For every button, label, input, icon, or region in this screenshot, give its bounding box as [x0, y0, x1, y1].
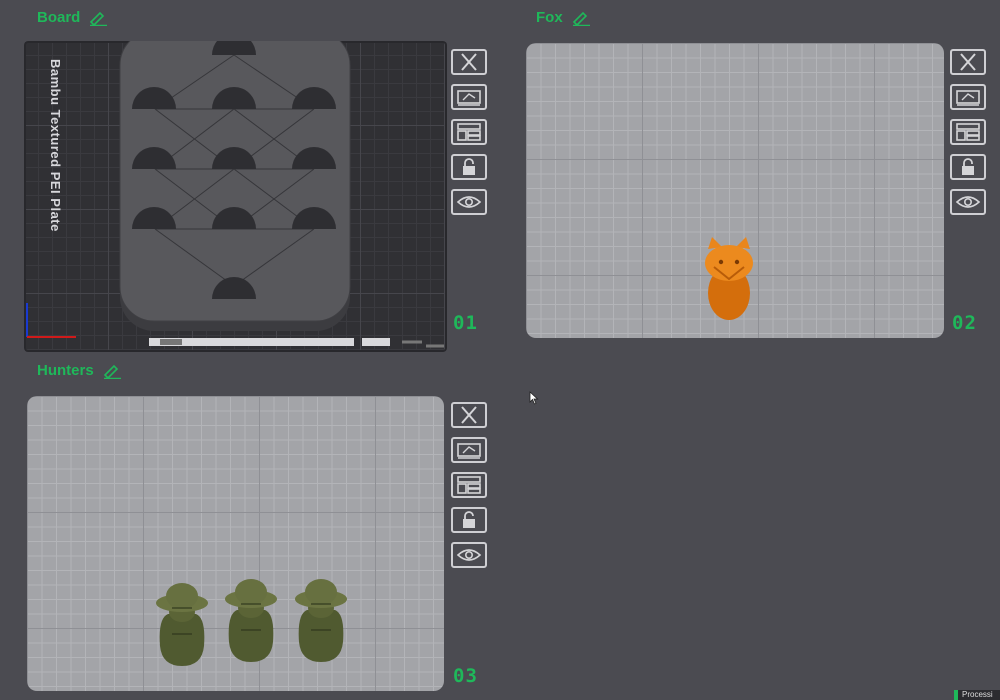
auto-orient-icon [457, 90, 481, 106]
close-icon [461, 53, 477, 71]
board-model [119, 41, 351, 331]
arrange-button[interactable] [950, 119, 986, 145]
plate-3-toolbar [451, 402, 487, 568]
edit-pencil-icon[interactable] [88, 10, 108, 26]
arrange-icon [457, 476, 481, 494]
plate-2-name: Fox [536, 9, 563, 26]
arrange-icon [457, 123, 481, 141]
close-icon [461, 406, 477, 424]
preview-eye-icon [955, 196, 981, 208]
plate-2-title[interactable]: Fox [536, 9, 591, 26]
delete-plate-button[interactable] [451, 49, 487, 75]
auto-orient-button[interactable] [451, 84, 487, 110]
processing-status: Processi [954, 690, 1000, 700]
auto-orient-button[interactable] [950, 84, 986, 110]
arrange-icon [956, 123, 980, 141]
plate-1-title[interactable]: Board [37, 9, 108, 26]
edit-pencil-icon[interactable] [102, 363, 122, 379]
auto-orient-icon [956, 90, 980, 106]
mouse-cursor-icon [529, 391, 539, 405]
auto-orient-button[interactable] [451, 437, 487, 463]
lock-icon [463, 158, 475, 175]
auto-orient-icon [457, 443, 481, 459]
lock-plate-button[interactable] [950, 154, 986, 180]
close-icon [960, 53, 976, 71]
bed-strip-end [362, 338, 390, 346]
delete-plate-button[interactable] [451, 402, 487, 428]
hunter-model-1 [155, 582, 209, 667]
preview-plate-button[interactable] [451, 189, 487, 215]
hunter-model-2 [224, 578, 278, 663]
plate-3-number: 03 [453, 665, 478, 687]
fox-model [705, 237, 753, 320]
plate-1-viewport[interactable]: Bambu Textured PEI Plate [24, 41, 447, 352]
edit-pencil-icon[interactable] [571, 10, 591, 26]
preview-plate-button[interactable] [451, 542, 487, 568]
bed-strip-marker [160, 339, 182, 345]
plate-2-number: 02 [952, 312, 977, 334]
preview-eye-icon [456, 549, 482, 561]
fox-scene [705, 237, 753, 320]
plate-3-viewport[interactable] [27, 396, 444, 691]
hunters-scene [155, 578, 348, 667]
arrange-button[interactable] [451, 119, 487, 145]
plate-1-toolbar [451, 49, 487, 215]
preview-eye-icon [456, 196, 482, 208]
plate-1-name: Board [37, 9, 81, 26]
plate-2-viewport[interactable] [526, 43, 944, 338]
arrange-button[interactable] [451, 472, 487, 498]
hunter-model-3 [294, 578, 348, 663]
delete-plate-button[interactable] [950, 49, 986, 75]
preview-plate-button[interactable] [950, 189, 986, 215]
plate-3-title[interactable]: Hunters [37, 362, 122, 379]
lock-plate-button[interactable] [451, 154, 487, 180]
bed-corner-mark [402, 340, 444, 348]
plate-2-toolbar [950, 49, 986, 215]
lock-plate-button[interactable] [451, 507, 487, 533]
unlock-icon [463, 511, 475, 528]
lock-icon [962, 158, 974, 175]
plate-3-name: Hunters [37, 362, 94, 379]
plate-1-number: 01 [453, 312, 478, 334]
board-scene [26, 41, 444, 348]
